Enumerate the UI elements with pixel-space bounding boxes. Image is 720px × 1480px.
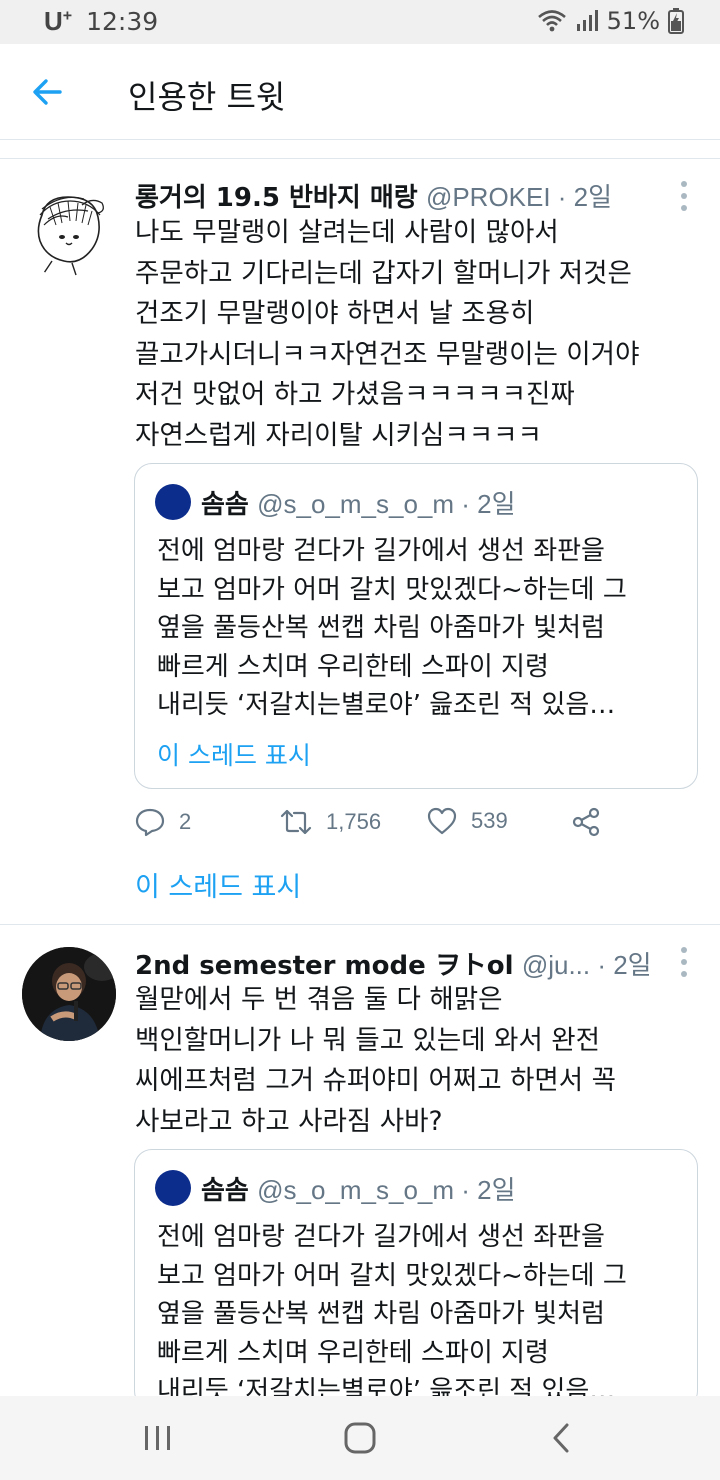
author-name[interactable]: 2nd semester mode ヲトol [135, 951, 514, 981]
retweet-icon [280, 809, 312, 835]
avatar[interactable] [22, 185, 116, 279]
like-count: 539 [471, 808, 508, 833]
quote-author-handle: @s_o_m_s_o_m · 2일 [257, 489, 516, 519]
more-options-icon[interactable] [674, 945, 694, 979]
status-bar: U+ 12:39 51% [0, 0, 720, 44]
quote-author-name: 솜솜 [201, 490, 249, 520]
back-arrow-icon[interactable] [30, 74, 66, 110]
carrier-label: U+ [44, 6, 73, 36]
tweet[interactable]: 2nd semester mode ヲトol @ju... · 2일 월맏에서 … [0, 925, 720, 1409]
show-thread-link[interactable]: 이 스레드 표시 [135, 865, 301, 904]
battery-percent: 51% [606, 7, 660, 35]
quote-author-name: 솜솜 [201, 1176, 249, 1206]
author-handle: @PROKEI · 2일 [425, 182, 613, 212]
share-button[interactable] [571, 807, 601, 837]
quote-show-thread-link[interactable]: 이 스레드 표시 [157, 736, 311, 772]
like-button[interactable]: 539 [427, 807, 508, 835]
recent-apps-icon[interactable] [138, 1418, 178, 1458]
quoted-tweet[interactable]: 솜솜 @s_o_m_s_o_m · 2일 전에 엄마랑 걷다가 길가에서 생선 … [134, 1149, 698, 1409]
more-options-icon[interactable] [674, 179, 694, 213]
page-title: 인용한 트윗 [128, 78, 286, 116]
tweet-text: 월맏에서 두 번 겪음 둘 다 해맑은 백인할머니가 나 뭐 들고 있는데 와서… [135, 984, 616, 1137]
reply-button[interactable]: 2 [135, 807, 191, 837]
back-icon[interactable] [542, 1418, 582, 1458]
quote-author-handle: @s_o_m_s_o_m · 2일 [257, 1175, 516, 1205]
tweet-text: 나도 무말랭이 살려는데 사람이 많아서 주문하고 기다리는데 갑자기 할머니가… [135, 217, 640, 451]
author-handle: @ju... · 2일 [521, 950, 652, 980]
battery-icon [668, 8, 684, 34]
heart-icon [427, 807, 457, 835]
quoted-tweet[interactable]: 솜솜 @s_o_m_s_o_m · 2일 전에 엄마랑 걷다가 길가에서 생선 … [134, 463, 698, 789]
retweet-count: 1,756 [326, 809, 382, 834]
wifi-icon [537, 10, 566, 32]
quote-text: 전에 엄마랑 걷다가 길가에서 생선 좌판을 보고 엄마가 어머 갈치 맛있겠다… [157, 1222, 627, 1406]
quote-text: 전에 엄마랑 걷다가 길가에서 생선 좌판을 보고 엄마가 어머 갈치 맛있겠다… [157, 536, 627, 720]
avatar[interactable] [22, 947, 116, 1041]
tweet[interactable]: 롱거의 19.5 반바지 매랑 @PROKEI · 2일 나도 무말랭이 살려는… [0, 159, 720, 923]
status-time: 12:39 [86, 7, 159, 36]
avatar [155, 1170, 191, 1206]
author-name[interactable]: 롱거의 19.5 반바지 매랑 [135, 183, 418, 213]
system-nav-bar [0, 1396, 720, 1480]
avatar [155, 484, 191, 520]
share-icon [572, 807, 600, 837]
app-header: 인용한 트윗 [0, 44, 720, 140]
retweet-button[interactable]: 1,756 [280, 807, 381, 837]
signal-icon [576, 10, 598, 31]
home-icon[interactable] [340, 1418, 380, 1458]
reply-icon [135, 808, 165, 837]
reply-count: 2 [179, 809, 192, 834]
tweet-actions: 2 1,756 539 [135, 807, 655, 847]
